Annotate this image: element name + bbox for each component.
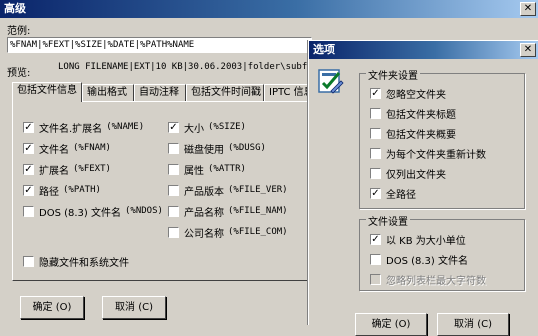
options-title: 选项 (313, 43, 335, 56)
folder-settings-group: 文件夹设置 ✓ 忽略空文件夹 包括文件夹标题 包括文件夹概要 为每个文件夹重新计… (359, 67, 525, 209)
option-dos-filename[interactable]: DOS (8.3) 文件名 (370, 252, 486, 267)
tab-strip: 包括文件信息 输出格式 自动注释 包括文件时间戳 IPTC 信息 (12, 82, 312, 102)
option-hidden-system-files[interactable]: 隐藏文件和系统文件 (23, 254, 129, 269)
tab-file-timestamp[interactable]: 包括文件时间戳 (186, 84, 264, 101)
file-settings-list: ✓ 以 KB 为大小单位 DOS (8.3) 文件名 忽略列表栏最大字符数 (370, 232, 486, 287)
option-include-folder-title[interactable]: 包括文件夹标题 (370, 106, 486, 121)
option-disk-usage[interactable]: 磁盘使用 (%DUSG) (168, 141, 288, 156)
checkbox[interactable] (370, 253, 381, 265)
checkbox[interactable] (370, 167, 381, 179)
checkbox[interactable]: ✓ (23, 142, 34, 154)
ok-button[interactable]: 确定 (O) (20, 296, 84, 319)
option-product-version[interactable]: 产品版本 (%FILE_VER) (168, 183, 288, 198)
checkbox[interactable]: ✓ (168, 121, 179, 133)
file-info-panel: ✓ 文件名.扩展名 (%NAME) ✓ 文件名 (%FNAM) ✓ 扩展名 (%… (12, 101, 312, 281)
option-size-in-kb[interactable]: ✓ 以 KB 为大小单位 (370, 232, 486, 247)
example-input[interactable]: %FNAM|%FEXT|%SIZE|%DATE|%PATH%NAME (7, 37, 312, 53)
checkbox[interactable] (168, 142, 179, 154)
option-name-ext[interactable]: ✓ 文件名.扩展名 (%NAME) (23, 120, 163, 135)
option-full-path[interactable]: ✓ 全路径 (370, 186, 486, 201)
options-close-button[interactable]: ✕ (520, 43, 536, 57)
checkbox[interactable]: ✓ (370, 233, 381, 245)
options-dialog-icon (317, 67, 345, 95)
option-extension[interactable]: ✓ 扩展名 (%FEXT) (23, 162, 163, 177)
tab-output-format[interactable]: 输出格式 (82, 84, 134, 101)
checkbox[interactable] (370, 107, 381, 119)
checkbox[interactable] (23, 255, 34, 267)
option-path[interactable]: ✓ 路径 (%PATH) (23, 183, 163, 198)
checkbox[interactable] (23, 205, 34, 217)
folder-settings-list: ✓ 忽略空文件夹 包括文件夹标题 包括文件夹概要 为每个文件夹重新计数 仅列出文… (370, 86, 486, 201)
option-recount-per-folder[interactable]: 为每个文件夹重新计数 (370, 146, 486, 161)
option-include-folder-summary[interactable]: 包括文件夹概要 (370, 126, 486, 141)
close-icon: ✕ (523, 3, 533, 14)
checkbox[interactable] (168, 184, 179, 196)
preview-label: 预览: (7, 68, 31, 79)
checkbox[interactable]: ✓ (370, 87, 381, 99)
main-close-button[interactable]: ✕ (520, 2, 536, 16)
options-dialog: 选项 ✕ 文件夹设置 ✓ 忽略空文件夹 包括文件夹标题 包括文件夹概要 为每个文… (308, 40, 538, 336)
checkbox[interactable] (168, 205, 179, 217)
option-product-name[interactable]: 产品名称 (%FILE_NAM) (168, 204, 288, 219)
file-settings-group: 文件设置 ✓ 以 KB 为大小单位 DOS (8.3) 文件名 忽略列表栏最大字… (359, 213, 525, 291)
tab-include-file-info[interactable]: 包括文件信息 (12, 82, 82, 102)
checkbox[interactable] (168, 226, 179, 238)
checkbox[interactable]: ✓ (370, 187, 381, 199)
option-company-name[interactable]: 公司名称 (%FILE_COM) (168, 225, 288, 240)
checkbox[interactable]: ✓ (23, 163, 34, 175)
option-filename[interactable]: ✓ 文件名 (%FNAM) (23, 141, 163, 156)
option-ignore-max-chars: 忽略列表栏最大字符数 (370, 272, 486, 287)
option-size[interactable]: ✓ 大小 (%SIZE) (168, 120, 288, 135)
main-window-title: 高级 (4, 2, 26, 15)
checkbox[interactable]: ✓ (23, 184, 34, 196)
tab-auto-comment[interactable]: 自动注释 (134, 84, 186, 101)
file-settings-title: 文件设置 (366, 213, 410, 228)
close-icon: ✕ (523, 44, 533, 55)
tab-iptc-info[interactable]: IPTC 信息 (264, 84, 312, 101)
option-list-folders-only[interactable]: 仅列出文件夹 (370, 166, 486, 181)
options-titlebar[interactable]: 选项 ✕ (309, 41, 538, 59)
option-dos-name[interactable]: DOS (8.3) 文件名 (%NDOS) (23, 204, 163, 219)
checkbox[interactable] (370, 147, 381, 159)
checkbox (370, 273, 381, 285)
right-options-list: ✓ 大小 (%SIZE) 磁盘使用 (%DUSG) 属性 (%ATTR) 产品版… (168, 120, 288, 240)
cancel-button[interactable]: 取消 (C) (102, 296, 166, 319)
left-options-list: ✓ 文件名.扩展名 (%NAME) ✓ 文件名 (%FNAM) ✓ 扩展名 (%… (23, 120, 163, 219)
checkbox[interactable] (168, 163, 179, 175)
folder-settings-title: 文件夹设置 (366, 67, 420, 82)
checkbox[interactable] (370, 127, 381, 139)
preview-value: LONG FILENAME|EXT|10 KB|30.06.2003|folde… (58, 62, 312, 72)
option-attributes[interactable]: 属性 (%ATTR) (168, 162, 288, 177)
example-label: 范例: (7, 26, 31, 37)
option-ignore-empty-folders[interactable]: ✓ 忽略空文件夹 (370, 86, 486, 101)
main-titlebar[interactable]: 高级 ✕ (0, 0, 538, 18)
checkbox[interactable]: ✓ (23, 121, 34, 133)
